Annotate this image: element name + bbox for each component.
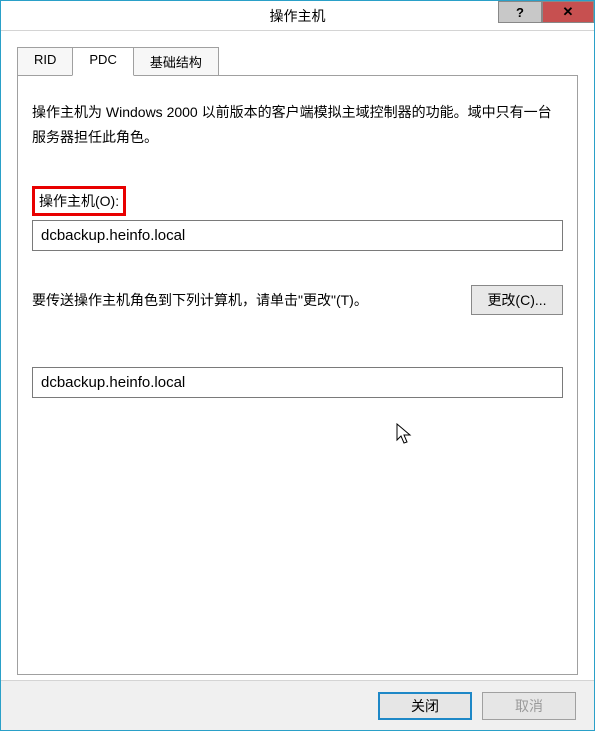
- highlight-box: 操作主机(O):: [32, 186, 126, 216]
- tab-rid[interactable]: RID: [17, 47, 73, 76]
- cancel-button: 取消: [482, 692, 576, 720]
- titlebar-controls: ? ✕: [498, 1, 594, 25]
- dialog-window: 操作主机 ? ✕ RID PDC 基础结构 操作主机为 Windows 2000…: [0, 0, 595, 731]
- tab-pdc[interactable]: PDC: [72, 47, 133, 76]
- operations-master-label: 操作主机(O):: [39, 193, 119, 209]
- content-area: RID PDC 基础结构 操作主机为 Windows 2000 以前版本的客户端…: [1, 31, 594, 680]
- description-text: 操作主机为 Windows 2000 以前版本的客户端模拟主域控制器的功能。域中…: [32, 100, 563, 150]
- close-icon: ✕: [563, 4, 574, 20]
- transfer-text: 要传送操作主机角色到下列计算机，请单击"更改"(T)。: [32, 290, 368, 310]
- target-field-wrap: [32, 365, 563, 398]
- close-button[interactable]: 关闭: [378, 692, 472, 720]
- window-title: 操作主机: [270, 6, 326, 26]
- target-computer-field[interactable]: [32, 367, 563, 398]
- tab-infrastructure[interactable]: 基础结构: [133, 47, 219, 76]
- close-window-button[interactable]: ✕: [542, 1, 594, 23]
- change-button[interactable]: 更改(C)...: [471, 285, 563, 315]
- dialog-footer: 关闭 取消: [1, 680, 594, 730]
- titlebar: 操作主机 ? ✕: [1, 1, 594, 31]
- help-icon: ?: [516, 5, 524, 20]
- tabstrip: RID PDC 基础结构: [17, 47, 578, 76]
- help-button[interactable]: ?: [498, 1, 542, 23]
- transfer-row: 要传送操作主机角色到下列计算机，请单击"更改"(T)。 更改(C)...: [32, 285, 563, 315]
- tab-panel-pdc: 操作主机为 Windows 2000 以前版本的客户端模拟主域控制器的功能。域中…: [17, 75, 578, 675]
- operations-master-field[interactable]: [32, 220, 563, 251]
